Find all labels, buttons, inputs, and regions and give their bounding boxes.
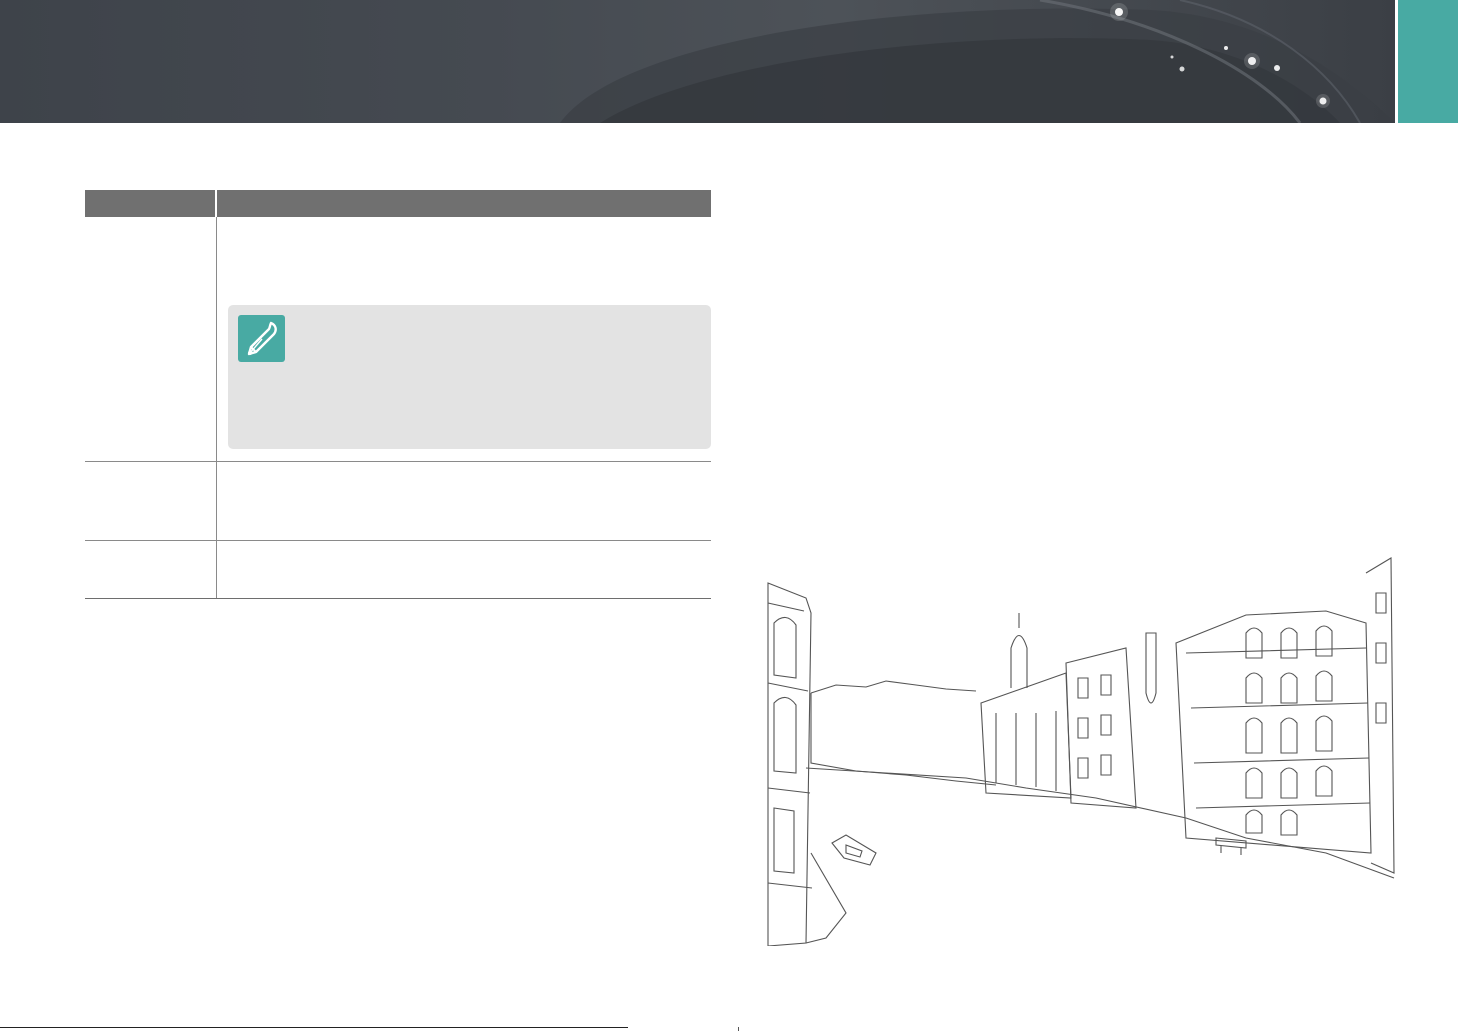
column-divider — [216, 217, 217, 599]
table-header — [85, 190, 711, 217]
footer-mark — [738, 1027, 739, 1031]
header-column-divider — [215, 190, 217, 217]
header-banner — [0, 0, 1395, 123]
settings-table — [85, 190, 711, 599]
note-box — [228, 305, 711, 449]
footer-rule — [0, 1027, 628, 1028]
row-divider — [85, 461, 711, 462]
city-canal-illustration — [766, 553, 1396, 947]
table-bottom-rule — [85, 598, 711, 599]
header-swoosh-graphic — [560, 0, 1395, 123]
row-divider — [85, 540, 711, 541]
pen-icon — [238, 315, 285, 362]
chapter-tab — [1398, 0, 1458, 123]
